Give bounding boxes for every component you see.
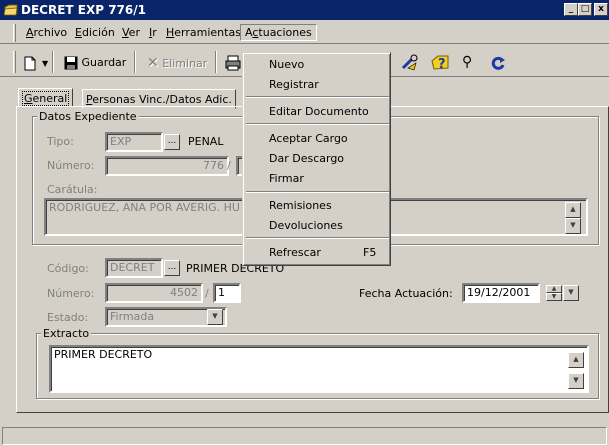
tipo-description: PENAL: [188, 135, 224, 148]
numero-actuacion-sub-field[interactable]: 1: [213, 283, 241, 303]
new-document-icon[interactable]: [24, 56, 36, 71]
estado-dropdown-button[interactable]: ▼: [207, 309, 223, 325]
extracto-label: Extracto: [41, 327, 92, 340]
menu-separator: [246, 237, 389, 239]
caratula-label: Carátula:: [47, 183, 98, 196]
refresh-icon[interactable]: [490, 55, 506, 71]
printer-icon[interactable]: [225, 55, 241, 71]
delete-button[interactable]: ✕ Eliminar: [147, 53, 207, 73]
caratula-scroll-up-button[interactable]: ▲: [565, 202, 581, 218]
estado-value: Firmada: [110, 310, 155, 323]
refrescar-shortcut: F5: [363, 246, 377, 259]
menu-actuaciones[interactable]: Actuaciones: [240, 24, 317, 41]
menu-item-registrar[interactable]: Registrar: [269, 78, 319, 91]
menu-item-refrescar[interactable]: Refrescar: [269, 246, 321, 259]
save-button[interactable]: Guardar: [64, 53, 126, 73]
menu-bar: Archivo Edición Ver Ir Herramientas Actu…: [0, 21, 609, 44]
delete-label: Eliminar: [162, 57, 208, 70]
toolbar-separator: [215, 51, 217, 73]
estado-label: Estado:: [47, 311, 89, 324]
codigo-label: Código:: [47, 262, 89, 275]
menu-separator: [246, 191, 389, 193]
folder-icon: [4, 4, 18, 16]
codigo-browse-button[interactable]: ...: [164, 260, 180, 276]
menu-ver[interactable]: Ver: [118, 25, 144, 40]
menu-archivo[interactable]: Archivo: [22, 25, 71, 40]
tools-icon[interactable]: [400, 53, 420, 73]
numero-expediente-label: Número:: [47, 159, 95, 172]
caratula-text: RODRIGUEZ, ANA POR AVERIG. HU: [49, 201, 240, 214]
fecha-down-button[interactable]: ▼: [546, 293, 562, 301]
status-panel: [2, 427, 607, 445]
menu-item-remisiones[interactable]: Remisiones: [269, 199, 332, 212]
svg-text:?: ?: [438, 57, 446, 72]
minimize-button[interactable]: _: [564, 3, 578, 16]
menu-edicion[interactable]: Edición: [71, 25, 119, 40]
fecha-actuacion-label: Fecha Actuación:: [359, 287, 453, 300]
tipo-label: Tipo:: [47, 135, 74, 148]
menu-separator: [246, 96, 389, 98]
actuaciones-dropdown-menu: Nuevo Registrar Editar Documento Aceptar…: [242, 52, 391, 266]
menu-ir[interactable]: Ir: [145, 25, 161, 40]
tipo-browse-button[interactable]: ...: [164, 134, 180, 150]
menu-grip: [13, 24, 16, 42]
extracto-text: PRIMER DECRETO: [54, 348, 153, 361]
save-label: Guardar: [81, 56, 127, 69]
window-title: DECRET EXP 776/1: [21, 3, 146, 17]
tab-general[interactable]: General: [18, 88, 74, 107]
floppy-disk-icon: [64, 56, 78, 70]
binoculars-icon[interactable]: ⚲: [462, 54, 472, 70]
menu-item-editar-documento[interactable]: Editar Documento: [269, 105, 369, 118]
title-bar: DECRET EXP 776/1 _ □ x: [0, 0, 609, 20]
fecha-actuacion-field[interactable]: 19/12/2001: [462, 283, 540, 303]
menu-separator: [246, 123, 389, 125]
menu-item-dar-descargo[interactable]: Dar Descargo: [269, 152, 344, 165]
numero-actuacion-field[interactable]: 4502: [105, 283, 203, 303]
datos-expediente-label: Datos Expediente: [37, 110, 139, 123]
codigo-field[interactable]: DECRET: [105, 258, 163, 278]
toolbar-separator: [134, 51, 136, 73]
menu-item-firmar[interactable]: Firmar: [269, 172, 304, 185]
status-bar: [0, 425, 609, 446]
menu-item-aceptar-cargo[interactable]: Aceptar Cargo: [269, 132, 348, 145]
extracto-scroll-down-button[interactable]: ▼: [568, 373, 584, 389]
extracto-scroll-up-button[interactable]: ▲: [568, 352, 584, 368]
numero-expediente-field[interactable]: 776: [105, 156, 229, 176]
tipo-field[interactable]: EXP: [105, 132, 163, 152]
fecha-up-button[interactable]: ▲: [546, 285, 562, 293]
close-button[interactable]: x: [594, 3, 608, 16]
numero-actuacion-label: Número:: [47, 287, 95, 300]
question-icon[interactable]: ?: [430, 53, 450, 73]
new-dropdown-arrow-icon[interactable]: ▼: [42, 59, 48, 68]
fecha-dropdown-button[interactable]: ▼: [563, 285, 579, 301]
menu-item-nuevo[interactable]: Nuevo: [269, 58, 304, 71]
delete-x-icon: ✕: [147, 55, 159, 71]
maximize-button[interactable]: □: [578, 3, 592, 16]
extracto-field[interactable]: PRIMER DECRETO: [49, 345, 589, 393]
toolbar-separator: [52, 51, 54, 73]
numero-slash: /: [227, 159, 231, 172]
numero-actuacion-slash: /: [205, 287, 209, 300]
toolbar-grip: [13, 51, 16, 73]
caratula-scroll-down-button[interactable]: ▼: [565, 218, 581, 234]
menu-herramientas[interactable]: Herramientas: [162, 25, 245, 40]
menu-item-devoluciones[interactable]: Devoluciones: [269, 219, 343, 232]
